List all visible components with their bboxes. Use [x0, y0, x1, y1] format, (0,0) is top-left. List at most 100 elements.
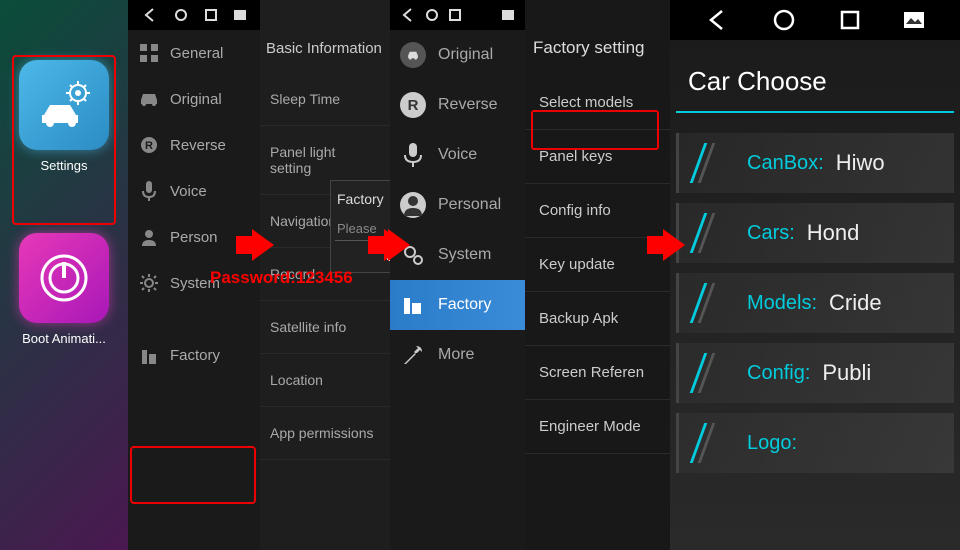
- wrench-icon: [400, 342, 426, 368]
- sidebar-item-label: Factory: [170, 347, 220, 364]
- android-nav-bar: [670, 0, 960, 40]
- sidebar-item-factory[interactable]: Factory: [128, 332, 260, 378]
- boot-animation-app-label: Boot Animati...: [22, 331, 106, 346]
- info-item-permissions[interactable]: App permissions: [260, 407, 390, 460]
- car-choose-panel: Car Choose CanBox: Hiwo Cars: Hond Models:Cr…: [670, 0, 960, 550]
- sidebar-item-personal[interactable]: Personal: [390, 180, 525, 230]
- boot-animation-app-icon[interactable]: [19, 233, 109, 323]
- sidebar-item-general[interactable]: General: [128, 30, 260, 76]
- home-icon[interactable]: [425, 8, 439, 22]
- android-nav-bar: [128, 0, 260, 30]
- row-value: Hond: [807, 220, 860, 246]
- row-label: Logo:: [747, 432, 797, 455]
- car-row-config[interactable]: Config: Publi: [676, 343, 954, 403]
- sidebar-item-label: General: [170, 45, 223, 62]
- car-row-models[interactable]: Models:Cride: [676, 273, 954, 333]
- factory-item-config-info[interactable]: Config info: [525, 184, 670, 238]
- sidebar-item-label: Original: [438, 46, 493, 64]
- recent-icon[interactable]: [840, 10, 860, 30]
- sidebar-item-label: System: [438, 246, 491, 264]
- person-icon: [400, 192, 426, 218]
- panel-title: Factory setting: [525, 0, 670, 76]
- gear-icon: [138, 272, 160, 294]
- highlight-box: [130, 446, 256, 504]
- sidebar-item-original[interactable]: Original: [128, 76, 260, 122]
- arrow-icon: [663, 229, 685, 261]
- recent-icon[interactable]: [449, 9, 461, 21]
- highlight-box: [12, 55, 116, 225]
- row-label: Cars:: [747, 222, 795, 245]
- power-icon: [36, 250, 92, 306]
- highlight-box: [531, 110, 659, 150]
- info-item-satellite[interactable]: Satellite info: [260, 301, 390, 354]
- sidebar-item-factory[interactable]: Factory: [390, 280, 525, 330]
- row-value: Publi: [822, 360, 871, 386]
- accent-slash: [698, 143, 716, 183]
- sidebar-item-reverse[interactable]: R Reverse: [390, 80, 525, 130]
- gallery-icon[interactable]: [502, 10, 514, 20]
- sidebar-item-label: Voice: [438, 146, 477, 164]
- car-icon: [400, 42, 426, 68]
- launcher-panel: Settings Boot Animati...: [0, 0, 128, 550]
- row-label: CanBox:: [747, 152, 824, 175]
- back-icon[interactable]: [401, 8, 415, 22]
- home-icon[interactable]: [772, 8, 796, 32]
- back-icon[interactable]: [706, 9, 728, 31]
- car-row-logo[interactable]: Logo:: [676, 413, 954, 473]
- reverse-icon: R: [138, 134, 160, 156]
- factory-settings-panel: Factory setting Select models Panel keys…: [525, 0, 670, 550]
- password-hint-text: Password:123456: [210, 268, 353, 288]
- home-icon[interactable]: [174, 8, 188, 22]
- panel-title: Basic Information: [260, 0, 390, 73]
- sidebar-item-label: Reverse: [170, 137, 226, 154]
- sidebar-item-original[interactable]: Original: [390, 30, 525, 80]
- sidebar-item-label: Voice: [170, 183, 207, 200]
- factory-item-screen-reference[interactable]: Screen Referen: [525, 346, 670, 400]
- sidebar-item-voice[interactable]: Voice: [128, 168, 260, 214]
- mic-icon: [400, 142, 426, 168]
- accent-slash: [698, 423, 716, 463]
- page-title: Car Choose: [670, 40, 960, 111]
- mic-icon: [138, 180, 160, 202]
- gallery-icon[interactable]: [904, 12, 924, 28]
- settings-sidebar-panel-2: Original RReverse Voice Personal System …: [390, 0, 525, 550]
- accent-slash: [698, 213, 716, 253]
- sidebar-item-reverse[interactable]: R Reverse: [128, 122, 260, 168]
- car-row-cars[interactable]: Cars: Hond: [676, 203, 954, 263]
- car-row-canbox[interactable]: CanBox: Hiwo: [676, 133, 954, 193]
- settings-sidebar-list: General Original RReverse Voice Person S…: [128, 30, 260, 378]
- android-nav-bar: [390, 0, 525, 30]
- basic-info-panel: Basic Information Sleep Time Panel light…: [260, 0, 390, 550]
- sidebar-item-label: Person: [170, 229, 218, 246]
- gallery-icon[interactable]: [234, 10, 246, 20]
- sidebar-item-system[interactable]: System: [390, 230, 525, 280]
- recent-icon[interactable]: [205, 9, 217, 21]
- factory-icon: [138, 344, 160, 366]
- svg-text:R: R: [145, 140, 153, 152]
- sidebar-item-label: Original: [170, 91, 222, 108]
- sidebar-item-label: Factory: [438, 296, 491, 314]
- factory-item-backup-apk[interactable]: Backup Apk: [525, 292, 670, 346]
- row-value: Hiwo: [836, 150, 885, 176]
- row-label: Config:: [747, 362, 810, 385]
- info-item-sleep-time[interactable]: Sleep Time: [260, 73, 390, 126]
- sidebar-item-label: Personal: [438, 196, 501, 214]
- sidebar-item-more[interactable]: More: [390, 330, 525, 380]
- sidebar-item-label: Reverse: [438, 96, 498, 114]
- svg-text:R: R: [408, 97, 419, 114]
- reverse-icon: R: [400, 92, 426, 118]
- factory-item-engineer-mode[interactable]: Engineer Mode: [525, 400, 670, 454]
- info-item-location[interactable]: Location: [260, 354, 390, 407]
- grid-icon: [138, 42, 160, 64]
- accent-slash: [698, 283, 716, 323]
- person-icon: [138, 226, 160, 248]
- arrow-icon: [252, 229, 274, 261]
- arrow-icon: [388, 229, 410, 261]
- factory-icon: [400, 292, 426, 318]
- sidebar-item-label: More: [438, 346, 474, 364]
- back-icon[interactable]: [143, 8, 157, 22]
- accent-slash: [698, 353, 716, 393]
- divider: [676, 111, 954, 113]
- row-value: Cride: [829, 290, 882, 316]
- sidebar-item-voice[interactable]: Voice: [390, 130, 525, 180]
